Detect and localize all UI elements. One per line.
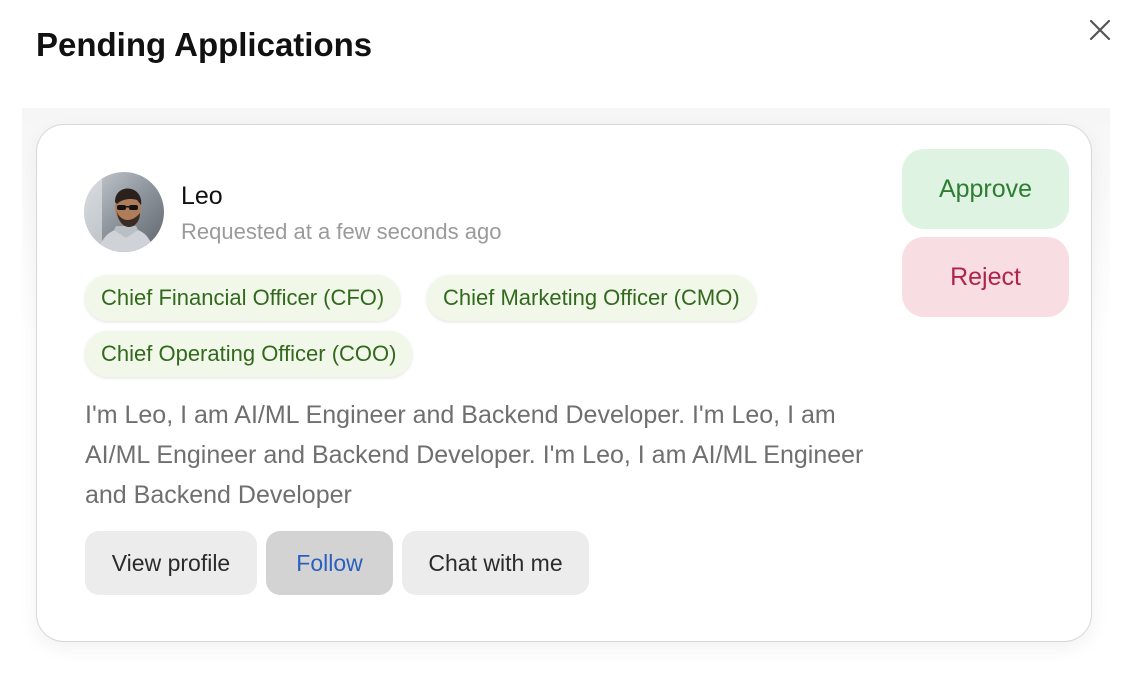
close-button[interactable] [1084,14,1116,46]
follow-button[interactable]: Follow [266,531,393,595]
view-profile-button[interactable]: View profile [85,531,257,595]
reject-button[interactable]: Reject [902,237,1069,317]
approve-button[interactable]: Approve [902,149,1069,229]
chat-button[interactable]: Chat with me [402,531,589,595]
avatar[interactable] [84,172,164,252]
requested-time: Requested at a few seconds ago [181,219,502,244]
applicant-name: Leo [181,182,223,210]
role-chip-cfo: Chief Financial Officer (CFO) [85,275,401,321]
close-icon [1089,19,1111,41]
role-chip-coo: Chief Operating Officer (COO) [85,331,413,377]
role-chip-cmo: Chief Marketing Officer (CMO) [427,275,756,321]
pending-applications-modal: Pending Applications Leo Requested at a … [0,0,1132,688]
modal-title: Pending Applications [36,26,373,63]
applicant-bio: I'm Leo, I am AI/ML Engineer and Backend… [85,401,864,509]
application-card: Leo Requested at a few seconds ago Chief… [36,124,1092,642]
